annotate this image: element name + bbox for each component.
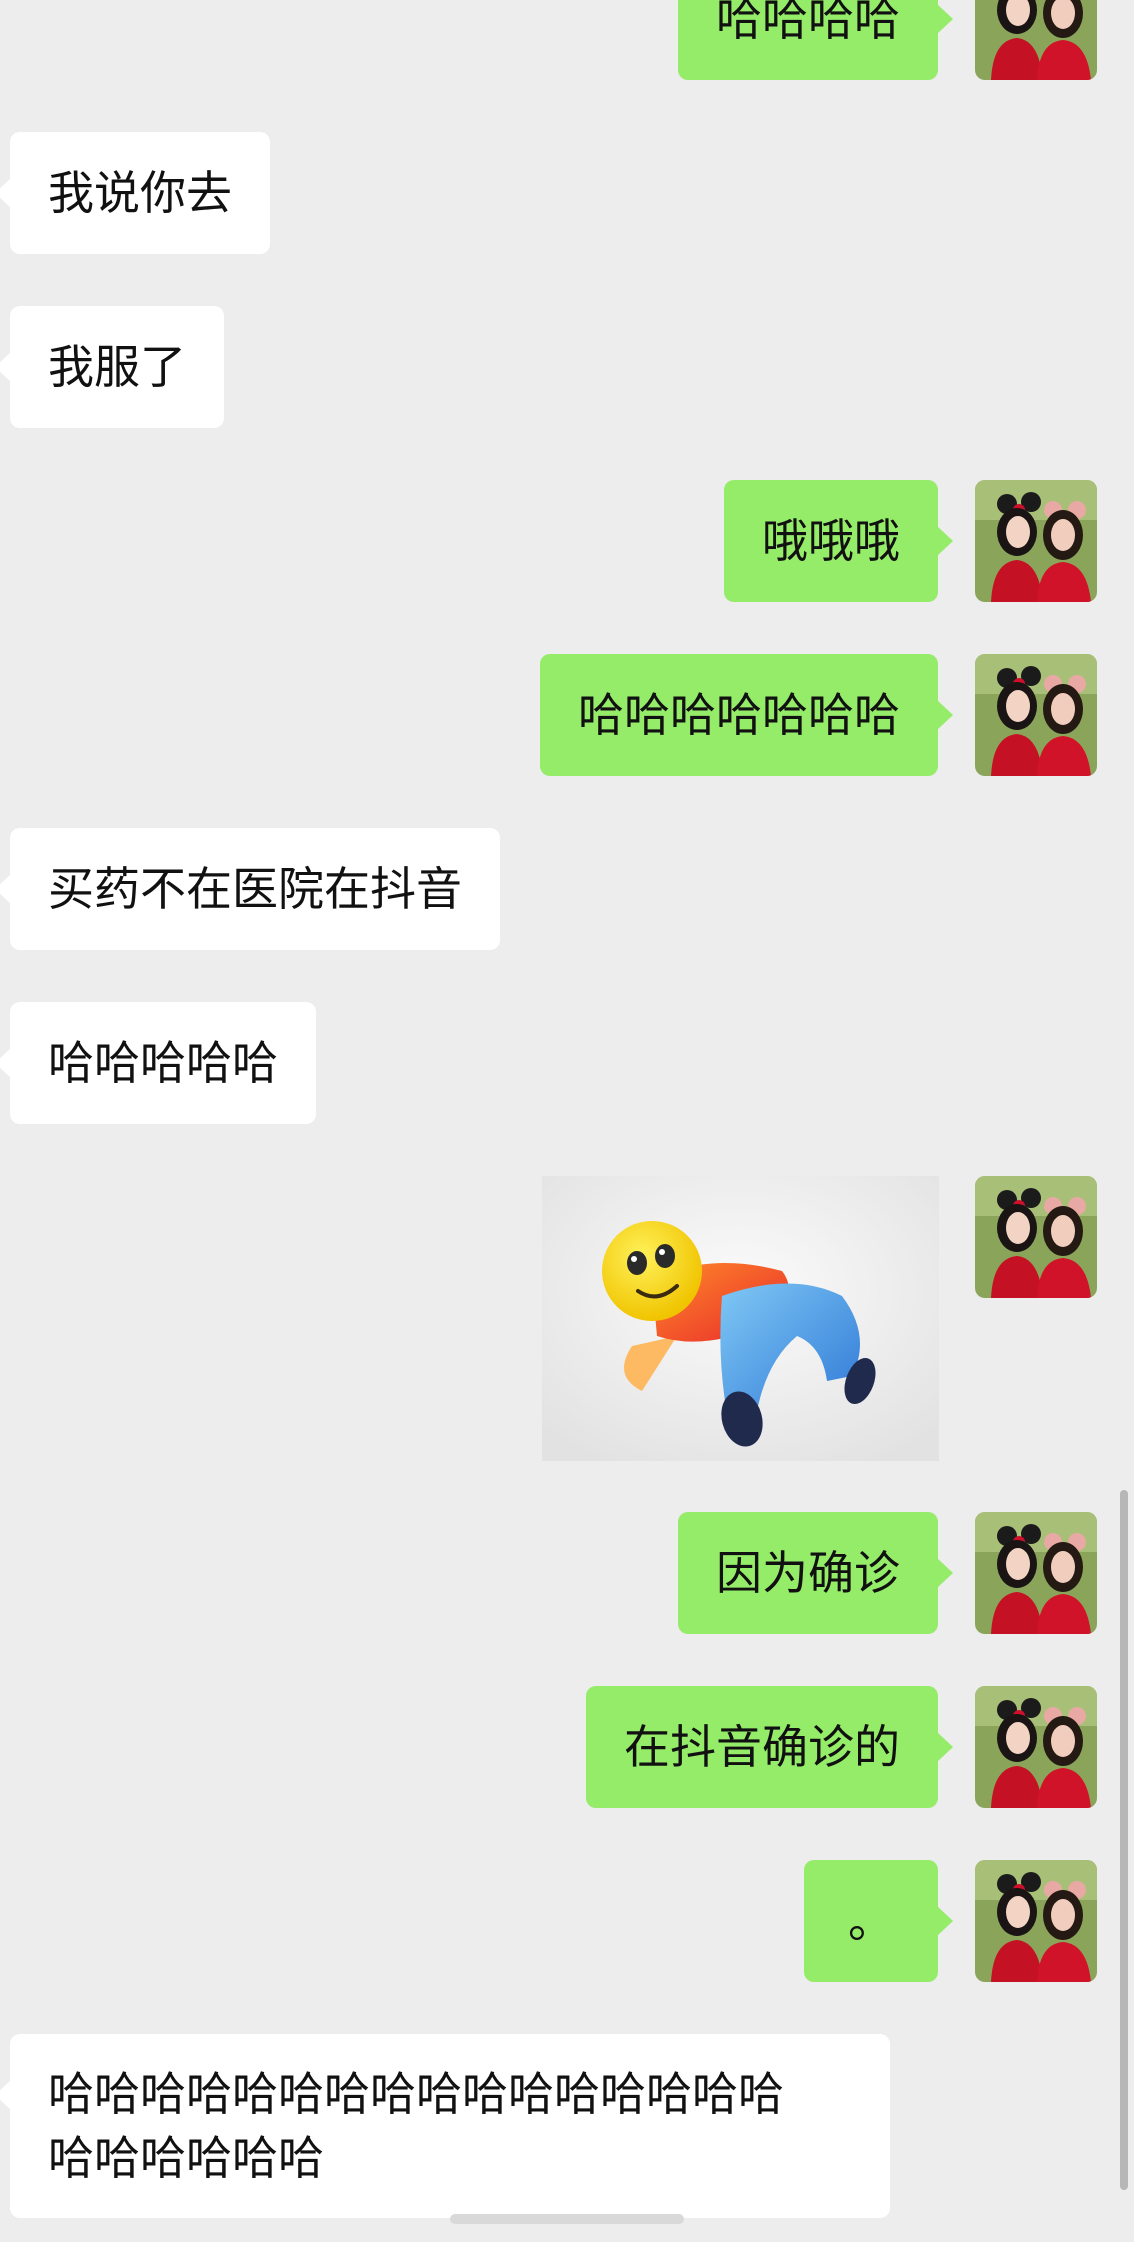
home-indicator[interactable] bbox=[450, 2214, 684, 2224]
smiley-figure-lying-sticker-icon bbox=[542, 1176, 939, 1461]
message-text: 哈哈哈哈 bbox=[716, 0, 900, 46]
profile-photo-icon bbox=[975, 1686, 1097, 1808]
incoming-message[interactable]: 哈哈哈哈哈 bbox=[0, 1002, 316, 1124]
outgoing-message[interactable]: 在抖音确诊的 bbox=[586, 1686, 953, 1808]
chat-message-list[interactable]: 哈哈哈哈 我说你去 我服了 哦哦哦 哈哈哈哈哈哈哈 买药不在医院在抖音 哈哈哈哈… bbox=[0, 0, 1134, 2242]
message-text: 哈哈哈哈哈哈哈 bbox=[578, 688, 900, 742]
incoming-message[interactable]: 买药不在医院在抖音 bbox=[0, 828, 500, 950]
message-text: 哈哈哈哈哈 bbox=[48, 1036, 278, 1090]
sticker-message[interactable] bbox=[542, 1176, 939, 1461]
message-text-line: 哈哈哈哈哈哈 bbox=[48, 2131, 324, 2185]
profile-photo-icon bbox=[975, 1176, 1097, 1298]
avatar[interactable] bbox=[975, 480, 1097, 602]
message-text: 我说你去 bbox=[48, 166, 232, 220]
avatar[interactable] bbox=[975, 1860, 1097, 1982]
avatar[interactable] bbox=[975, 654, 1097, 776]
avatar[interactable] bbox=[975, 1176, 1097, 1298]
incoming-message[interactable]: 我服了 bbox=[0, 306, 224, 428]
outgoing-message[interactable]: 因为确诊 bbox=[678, 1512, 953, 1634]
message-text-line: 哈哈哈哈哈哈哈哈哈哈哈哈哈哈哈哈 bbox=[48, 2067, 784, 2121]
profile-photo-icon bbox=[975, 654, 1097, 776]
message-text: 因为确诊 bbox=[716, 1546, 900, 1600]
profile-photo-icon bbox=[975, 1512, 1097, 1634]
avatar[interactable] bbox=[975, 1512, 1097, 1634]
outgoing-message[interactable]: 。 bbox=[804, 1860, 953, 1982]
profile-photo-icon bbox=[975, 480, 1097, 602]
message-text: 。 bbox=[848, 1894, 894, 1948]
profile-photo-icon bbox=[975, 1860, 1097, 1982]
outgoing-message[interactable]: 哦哦哦 bbox=[724, 480, 953, 602]
message-text: 哦哦哦 bbox=[762, 514, 900, 568]
scrollbar[interactable] bbox=[1120, 1490, 1128, 2190]
message-text: 买药不在医院在抖音 bbox=[48, 862, 462, 916]
avatar[interactable] bbox=[975, 1686, 1097, 1808]
incoming-message[interactable]: 我说你去 bbox=[0, 132, 270, 254]
outgoing-message[interactable]: 哈哈哈哈 bbox=[678, 0, 953, 80]
message-text: 在抖音确诊的 bbox=[624, 1720, 900, 1774]
profile-photo-icon bbox=[975, 0, 1097, 80]
message-text: 我服了 bbox=[48, 340, 186, 394]
incoming-message[interactable]: 哈哈哈哈哈哈哈哈哈哈哈哈哈哈哈哈 哈哈哈哈哈哈 bbox=[0, 2034, 890, 2218]
outgoing-message[interactable]: 哈哈哈哈哈哈哈 bbox=[540, 654, 953, 776]
avatar[interactable] bbox=[975, 0, 1097, 80]
